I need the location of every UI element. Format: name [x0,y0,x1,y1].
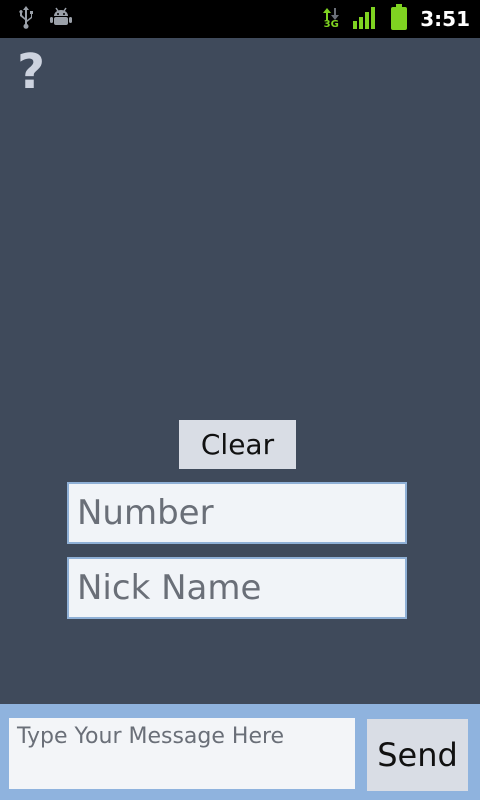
clear-button[interactable]: Clear [179,420,296,469]
network-type-label: 3G [323,19,339,30]
app-screen: 3G 3:51 ? Clear Number Nick Name Type Yo… [0,0,480,800]
help-icon[interactable]: ? [14,44,48,100]
status-bar-system: 3G 3:51 [322,4,480,34]
data-arrows-icon: 3G [322,8,340,30]
battery-icon [390,4,408,34]
status-bar: 3G 3:51 [0,0,480,38]
debug-icon [50,6,72,32]
nickname-field[interactable] [67,557,407,619]
send-button[interactable]: Send [367,719,468,791]
number-field[interactable] [67,482,407,544]
signal-icon [352,5,378,33]
usb-icon [16,5,36,33]
clock: 3:51 [420,7,470,31]
message-input[interactable] [9,718,355,789]
status-bar-notifications [0,5,72,33]
message-composer-bar: Send [0,704,480,800]
